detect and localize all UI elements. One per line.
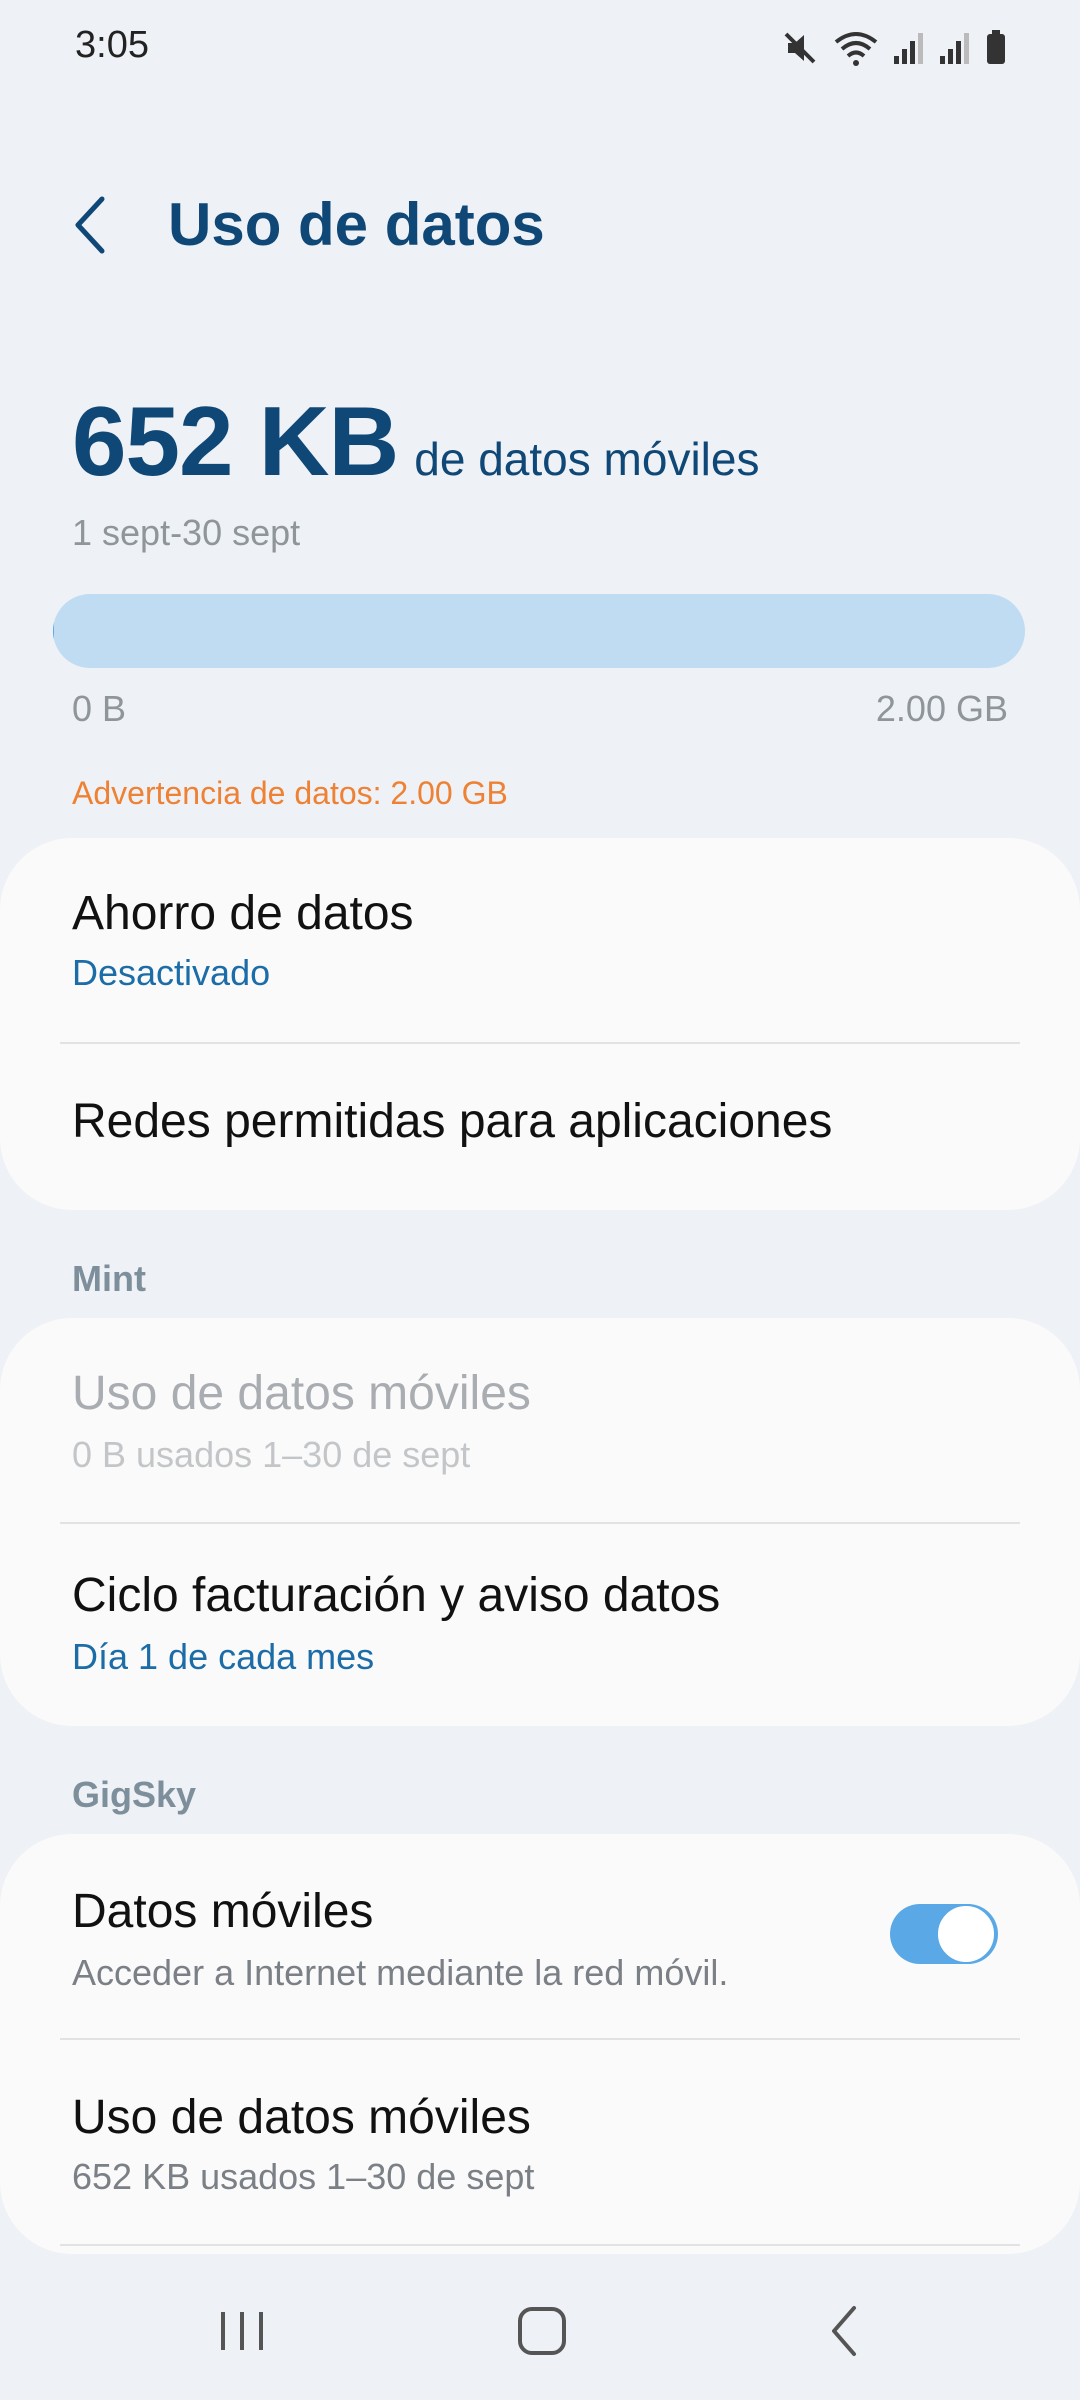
gigsky-mobile-usage-title: Uso de datos móviles: [72, 2091, 531, 2144]
billing-cycle-title: Ciclo facturación y aviso datos: [72, 1569, 721, 1622]
data-saver-row[interactable]: Ahorro de datos Desactivado: [0, 838, 1080, 1046]
mobile-data-sub: Acceder a Internet mediante la red móvil…: [72, 1952, 729, 1993]
toggle-knob: [936, 1904, 996, 1964]
mobile-data-title: Datos móviles: [72, 1885, 374, 1938]
section-header-gigsky: GigSky: [72, 1774, 197, 1815]
bar-max-label: 2.00 GB: [875, 688, 1008, 729]
allowed-networks-title: Redes permitidas para aplicaciones: [72, 1095, 833, 1148]
signal-icon: [938, 28, 972, 73]
status-bar: 3:05: [0, 0, 1080, 96]
mobile-data-row[interactable]: Datos móviles Acceder a Internet mediant…: [0, 1834, 1080, 2038]
back-arrow-icon[interactable]: [60, 190, 120, 260]
mint-mobile-usage-sub: 0 B usados 1–30 de sept: [72, 1434, 471, 1475]
data-warning-label: Advertencia de datos: 2.00 GB: [72, 775, 508, 811]
navigation-bar: [0, 2262, 1080, 2400]
status-icons: [780, 28, 1008, 73]
usage-period: 1 sept-30 sept: [72, 512, 301, 553]
billing-cycle-row[interactable]: Ciclo facturación y aviso datos Día 1 de…: [0, 1524, 1080, 1726]
usage-amount: 652 KB: [72, 386, 399, 496]
status-time: 3:05: [75, 24, 149, 66]
gigsky-mobile-usage-row[interactable]: Uso de datos móviles 652 KB usados 1–30 …: [0, 2040, 1080, 2250]
mint-mobile-usage-row: Uso de datos móviles 0 B usados 1–30 de …: [0, 1318, 1080, 1522]
data-saver-status: Desactivado: [72, 952, 271, 993]
page-title: Uso de datos: [168, 191, 545, 258]
mobile-data-toggle[interactable]: [890, 1904, 998, 1964]
usage-summary: 652 KB de datos móviles: [72, 385, 759, 498]
back-icon[interactable]: [744, 2262, 944, 2400]
section-header-mint: Mint: [72, 1258, 146, 1299]
usage-unit-label: de datos móviles: [414, 433, 760, 485]
wifi-icon: [832, 28, 880, 73]
data-saver-title: Ahorro de datos: [72, 887, 414, 940]
bar-min-label: 0 B: [72, 688, 127, 729]
usage-progress-bar: [53, 594, 1025, 668]
mint-mobile-usage-title: Uso de datos móviles: [72, 1367, 531, 1420]
gigsky-mobile-usage-sub: 652 KB usados 1–30 de sept: [72, 2156, 535, 2197]
settings-card-mint: Uso de datos móviles 0 B usados 1–30 de …: [0, 1318, 1080, 1726]
signal-icon: [892, 28, 926, 73]
settings-card-gigsky: Datos móviles Acceder a Internet mediant…: [0, 1834, 1080, 2254]
mute-icon: [780, 28, 820, 73]
divider: [60, 2244, 1020, 2246]
billing-cycle-sub: Día 1 de cada mes: [72, 1636, 375, 1677]
home-icon[interactable]: [442, 2262, 642, 2400]
allowed-networks-row[interactable]: Redes permitidas para aplicaciones: [0, 1044, 1080, 1210]
settings-card-general: Ahorro de datos Desactivado Redes permit…: [0, 838, 1080, 1210]
battery-icon: [984, 28, 1008, 73]
recents-icon[interactable]: [142, 2262, 342, 2400]
app-header: Uso de datos: [0, 160, 1080, 290]
